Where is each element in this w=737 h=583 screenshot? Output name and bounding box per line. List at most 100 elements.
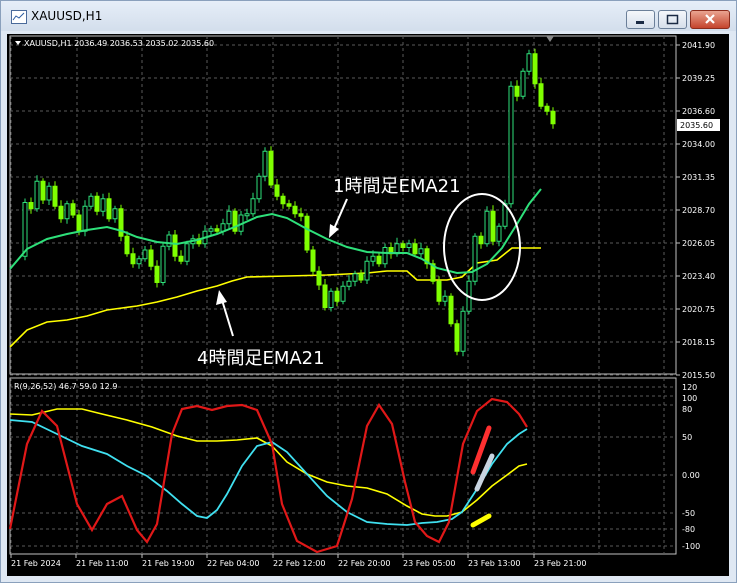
candle-body — [304, 215, 310, 251]
candle-body — [64, 203, 70, 220]
candle-body — [244, 213, 250, 217]
candle-body — [58, 205, 64, 220]
indicator-axis-label: 80 — [682, 405, 692, 414]
arrow-head-icon — [216, 290, 227, 305]
candle-body — [82, 205, 88, 232]
candle-body — [334, 290, 340, 302]
candle-body — [250, 198, 256, 215]
highlight-ellipse — [443, 193, 521, 301]
candle-body — [166, 234, 172, 247]
candle-body — [76, 214, 82, 232]
window-title: XAUUSD,H1 — [31, 9, 103, 23]
candle-body — [460, 310, 466, 352]
candle-body — [472, 235, 478, 282]
time-axis-label: 23 Feb 05:00 — [403, 559, 455, 568]
candle-body — [310, 249, 316, 272]
price-axis-label: 2041.90 — [682, 41, 715, 50]
candle-body — [496, 225, 502, 242]
chart-window: XAUUSD,H1 XAUUSD,H1 2036.49 2036.53 2035… — [0, 0, 737, 583]
candle-body — [106, 198, 112, 220]
candle-body — [88, 195, 94, 207]
candle-body — [262, 150, 268, 177]
candle-body — [454, 323, 460, 352]
price-axis-label: 2034.00 — [682, 140, 715, 149]
chart-area[interactable]: XAUUSD,H1 2036.49 2036.53 2035.02 2035.6… — [7, 34, 729, 576]
price-axis-label: 2015.50 — [682, 371, 715, 380]
indicator-axis-label: -50 — [682, 509, 695, 518]
candle-body — [28, 202, 34, 210]
candle-body — [148, 249, 154, 267]
time-axis-label: 23 Feb 13:00 — [468, 559, 520, 568]
maximize-button[interactable] — [658, 10, 687, 29]
candle-body — [412, 243, 418, 255]
close-button[interactable] — [690, 10, 730, 29]
time-axis-label: 22 Feb 20:00 — [338, 559, 390, 568]
candle-body — [544, 105, 550, 112]
candle-body — [154, 265, 160, 283]
candle-body — [478, 235, 484, 245]
candle-body — [208, 228, 214, 232]
candle-body — [382, 247, 388, 265]
header-triangle-icon — [15, 41, 21, 45]
candle-body — [292, 205, 298, 215]
candle-body — [94, 195, 100, 212]
candle-body — [178, 255, 184, 262]
arrow-ema-1h — [332, 198, 348, 232]
candle-body — [526, 53, 532, 72]
candle-body — [340, 285, 346, 302]
candle-body — [280, 195, 286, 205]
candle-body — [376, 255, 382, 265]
candle-body — [514, 85, 520, 97]
candle-body — [124, 235, 130, 255]
time-axis-label: 22 Feb 12:00 — [273, 559, 325, 568]
time-axis-label: 22 Feb 04:00 — [207, 559, 259, 568]
time-axis-label: 23 Feb 21:00 — [534, 559, 586, 568]
candle-body — [322, 284, 328, 308]
oscillator-line-yellow — [9, 408, 528, 517]
candle-body — [346, 280, 352, 287]
chart-canvas[interactable]: XAUUSD,H1 2036.49 2036.53 2035.02 2035.6… — [7, 34, 729, 576]
price-axis-label: 2031.35 — [682, 173, 715, 182]
candle-body — [160, 245, 166, 283]
candle-body — [286, 203, 292, 207]
price-axis-label: 2020.75 — [682, 305, 715, 314]
title-bar[interactable]: XAUUSD,H1 — [1, 1, 736, 31]
candle-body — [508, 85, 514, 205]
candle-body — [52, 185, 58, 207]
candle-body — [358, 273, 364, 281]
candle-body — [532, 53, 538, 85]
indicator-axis-label: 50 — [682, 433, 692, 442]
minimize-button[interactable] — [626, 10, 655, 29]
candle-body — [316, 270, 322, 286]
indicator-axis-label: 0.00 — [682, 471, 700, 480]
candle-body — [298, 213, 304, 217]
time-axis-label: 21 Feb 2024 — [11, 559, 61, 568]
close-icon — [705, 14, 715, 24]
candle-body — [370, 255, 376, 262]
candle-body — [538, 83, 544, 107]
candle-body — [226, 210, 232, 225]
price-axis-label: 2018.15 — [682, 338, 715, 347]
indicator-axis-label: 120 — [682, 383, 697, 392]
candle-body — [112, 208, 118, 220]
indicator-axis-label: 100 — [682, 394, 697, 403]
candle-body — [274, 184, 280, 197]
symbol-info: XAUUSD,H1 2036.49 2036.53 2035.02 2035.6… — [24, 39, 214, 48]
candle-body — [436, 280, 442, 302]
slope-mark-yellow — [470, 513, 492, 528]
chart-icon — [11, 10, 27, 24]
candle-body — [364, 260, 370, 281]
price-axis-label: 2036.60 — [682, 107, 715, 116]
minimize-icon — [636, 21, 644, 24]
time-axis-label: 21 Feb 11:00 — [76, 559, 128, 568]
candle-body — [130, 253, 136, 265]
candle-body — [100, 198, 106, 212]
candle-body — [136, 258, 142, 265]
maximize-icon — [666, 14, 679, 25]
candle-body — [406, 243, 412, 248]
candle-body — [34, 180, 40, 210]
candle-body — [70, 203, 76, 216]
candle-body — [40, 180, 46, 201]
price-axis-label: 2023.40 — [682, 272, 715, 281]
candle-body — [214, 228, 220, 232]
